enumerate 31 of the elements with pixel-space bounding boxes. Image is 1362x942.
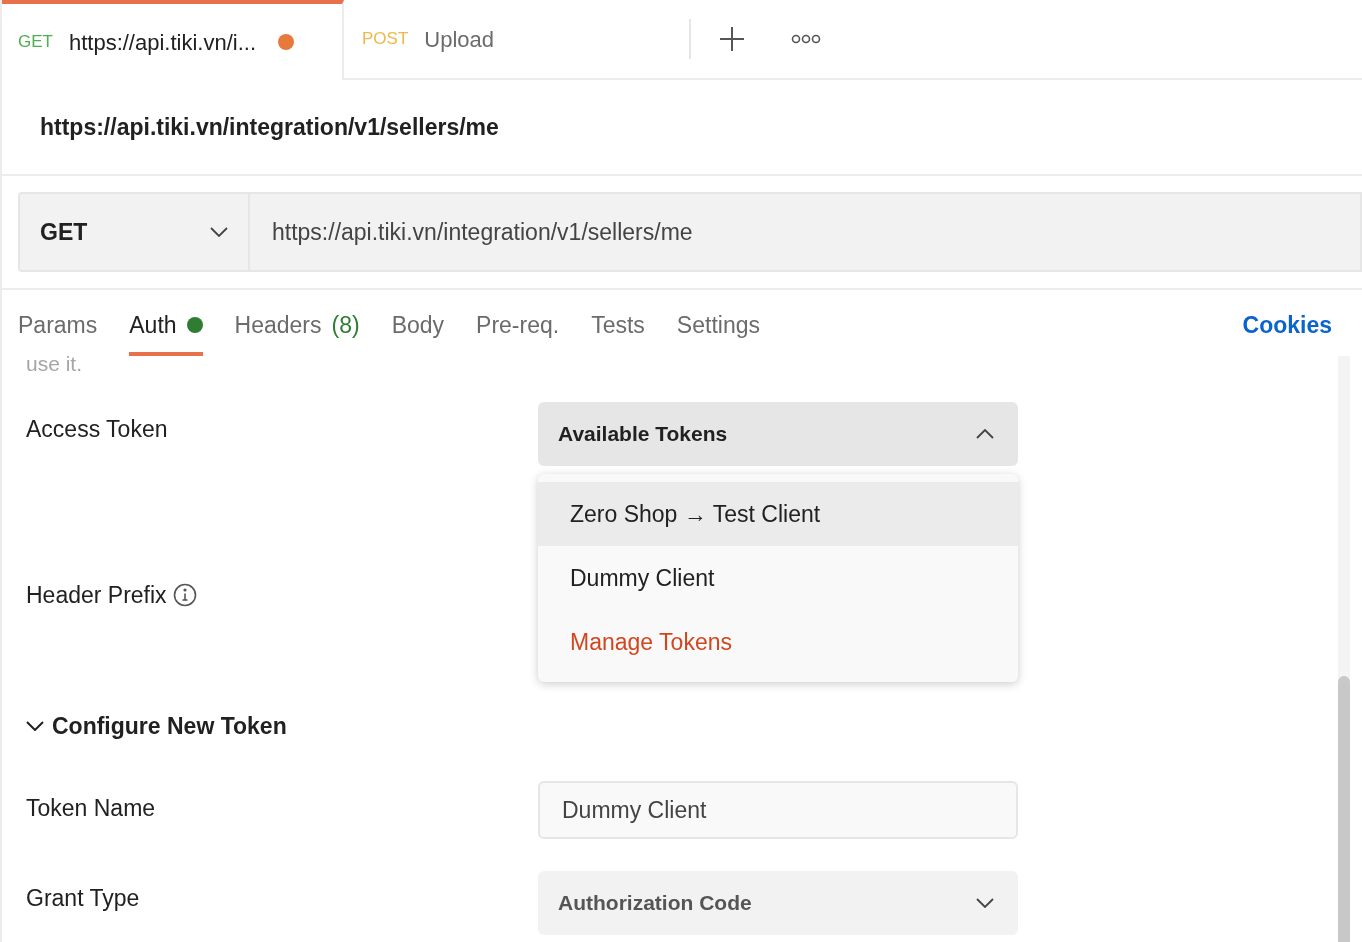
tab-title: https://api.tiki.vn/i... — [68, 28, 257, 57]
chevron-down-icon — [976, 898, 994, 908]
field-label: Token Name — [26, 794, 157, 823]
token-menu-item[interactable]: Dummy Client — [538, 546, 1018, 610]
tab-title: Upload — [424, 25, 494, 54]
method-label: GET — [18, 31, 53, 54]
section-tab[interactable]: Auth — [129, 307, 203, 356]
field-label: Access Token — [26, 415, 169, 444]
section-toggle[interactable]: Configure New Token — [26, 708, 287, 743]
info-icon[interactable] — [172, 583, 197, 608]
field-label: Grant Type — [26, 884, 141, 913]
section-tab[interactable]: Headers (8) — [234, 307, 360, 356]
token-name-field[interactable]: Dummy Client — [538, 781, 1018, 839]
request-tab[interactable]: GET https://api.tiki.vn/i... — [2, 0, 344, 80]
token-dropdown[interactable]: Available Tokens — [538, 402, 1018, 466]
grant-type-select[interactable]: Authorization Code — [538, 871, 1018, 935]
token-menu-item[interactable]: Zero Shop → Test Client — [538, 482, 1018, 546]
method-label: POST — [362, 28, 409, 51]
field-label: Header Prefix — [26, 581, 167, 610]
chevron-icon — [26, 720, 44, 731]
section-tab[interactable]: Pre-req. — [476, 307, 560, 356]
more-icon[interactable] — [791, 34, 821, 44]
manage-tokens-item[interactable]: Manage Tokens — [538, 610, 1018, 674]
section-tab[interactable]: Body — [391, 307, 445, 356]
section-tab[interactable]: Settings — [676, 307, 760, 356]
request-title: https://api.tiki.vn/integration/v1/sellers/me — [40, 112, 499, 142]
plus-icon[interactable] — [719, 26, 745, 52]
section-tab[interactable]: Tests — [591, 307, 645, 356]
scrollbar-thumb[interactable] — [1338, 676, 1350, 942]
chevron-up-icon — [976, 429, 994, 439]
cookies-link[interactable]: Cookies — [1242, 307, 1332, 356]
